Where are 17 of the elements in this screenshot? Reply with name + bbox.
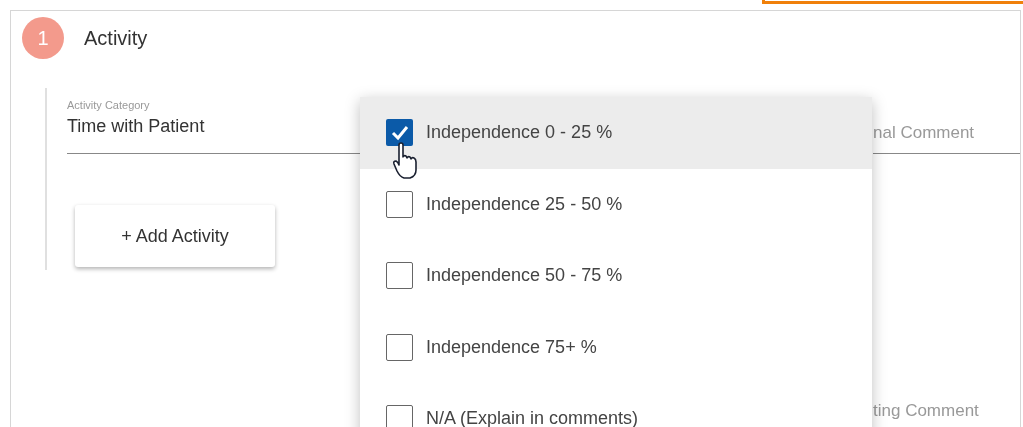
- field-value: Time with Patient: [67, 115, 205, 138]
- dropdown-option[interactable]: Independence 25 - 50 %: [360, 168, 872, 240]
- option-label: Independence 50 - 75 %: [426, 264, 623, 288]
- option-label: Independence 75+ %: [426, 335, 597, 359]
- option-label: Independence 0 - 25 %: [426, 121, 613, 145]
- dropdown-option[interactable]: Independence 75+ %: [360, 311, 872, 383]
- checkbox[interactable]: [386, 405, 413, 427]
- checkbox[interactable]: [386, 190, 413, 218]
- dropdown-option[interactable]: Independence 0 - 25 %: [360, 97, 872, 169]
- dropdown-option[interactable]: Independence 50 - 75 %: [360, 240, 872, 312]
- field-label: Activity Category: [67, 98, 150, 112]
- checkbox[interactable]: [386, 262, 413, 290]
- add-activity-button[interactable]: + Add Activity: [75, 205, 275, 267]
- option-label: Independence 25 - 50 %: [426, 192, 623, 216]
- checkbox[interactable]: [386, 119, 413, 147]
- section-title: Activity: [84, 26, 148, 51]
- checkbox[interactable]: [386, 333, 413, 361]
